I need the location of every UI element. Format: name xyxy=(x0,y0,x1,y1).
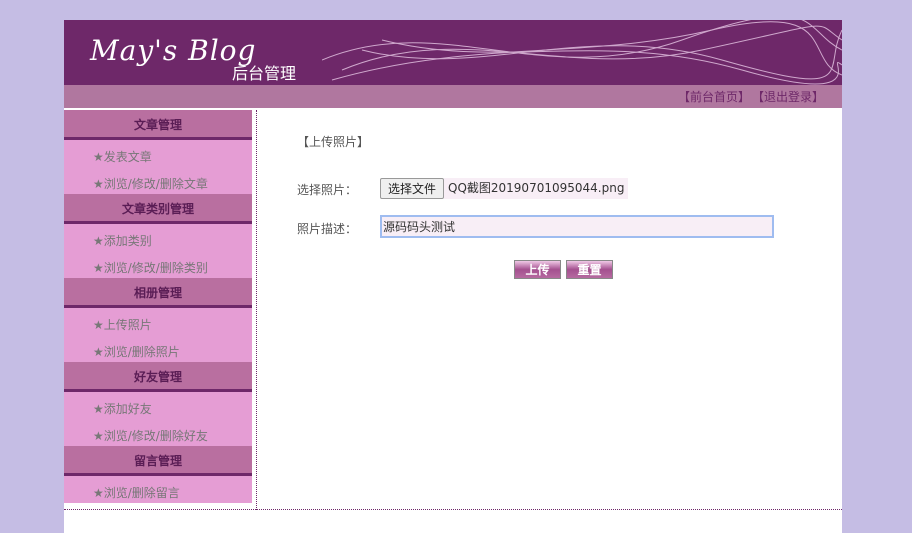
admin-subtitle: 后台管理 xyxy=(232,64,297,83)
sidebar-item-manage-messages[interactable]: ★浏览/删除留言 xyxy=(64,480,252,507)
description-label: 照片描述： xyxy=(297,222,358,236)
sidebar-item-publish-article[interactable]: ★发表文章 xyxy=(64,144,252,171)
sidebar-section-articles: 文章管理 ★发表文章 ★浏览/修改/删除文章 xyxy=(64,110,252,194)
sidebar-section-friends: 好友管理 ★添加好友 ★浏览/修改/删除好友 xyxy=(64,362,252,446)
page-container: May's Blog 后台管理 【前台首页】 【退出登录】 文章管理 ★发表文章 … xyxy=(64,20,842,533)
section-heading: 文章管理 xyxy=(64,110,252,140)
footer-divider xyxy=(64,509,842,510)
sidebar-section-messages: 留言管理 ★浏览/删除留言 xyxy=(64,446,252,530)
upload-button[interactable]: 上传 xyxy=(514,260,561,279)
sidebar-section-categories: 文章类别管理 ★添加类别 ★浏览/修改/删除类别 xyxy=(64,194,252,278)
selected-file-name: QQ截图20190701095044.png xyxy=(444,178,629,199)
file-label: 选择照片： xyxy=(297,183,358,197)
section-heading: 留言管理 xyxy=(64,446,252,476)
banner-swirl-decoration xyxy=(322,20,842,85)
sidebar-section-album: 相册管理 ★上传照片 ★浏览/删除照片 xyxy=(64,278,252,362)
sidebar-item-add-friend[interactable]: ★添加好友 xyxy=(64,396,252,423)
front-home-link[interactable]: 【前台首页】 xyxy=(678,90,750,104)
top-nav-bar: 【前台首页】 【退出登录】 xyxy=(64,85,842,108)
choose-file-button[interactable]: 选择文件 xyxy=(380,178,444,199)
header-banner: May's Blog 后台管理 xyxy=(64,20,842,85)
sidebar-divider xyxy=(256,110,257,510)
sidebar: 文章管理 ★发表文章 ★浏览/修改/删除文章 文章类别管理 ★添加类别 ★浏览/… xyxy=(64,110,252,503)
logout-link[interactable]: 【退出登录】 xyxy=(758,90,824,104)
sidebar-item-upload-photo[interactable]: ★上传照片 xyxy=(64,312,252,339)
sidebar-item-add-category[interactable]: ★添加类别 xyxy=(64,228,252,255)
section-heading: 好友管理 xyxy=(64,362,252,392)
section-heading: 文章类别管理 xyxy=(64,194,252,224)
form-title: 【上传照片】 xyxy=(297,135,370,149)
section-heading: 相册管理 xyxy=(64,278,252,308)
photo-description-input[interactable] xyxy=(380,215,774,238)
reset-button[interactable]: 重置 xyxy=(566,260,613,279)
